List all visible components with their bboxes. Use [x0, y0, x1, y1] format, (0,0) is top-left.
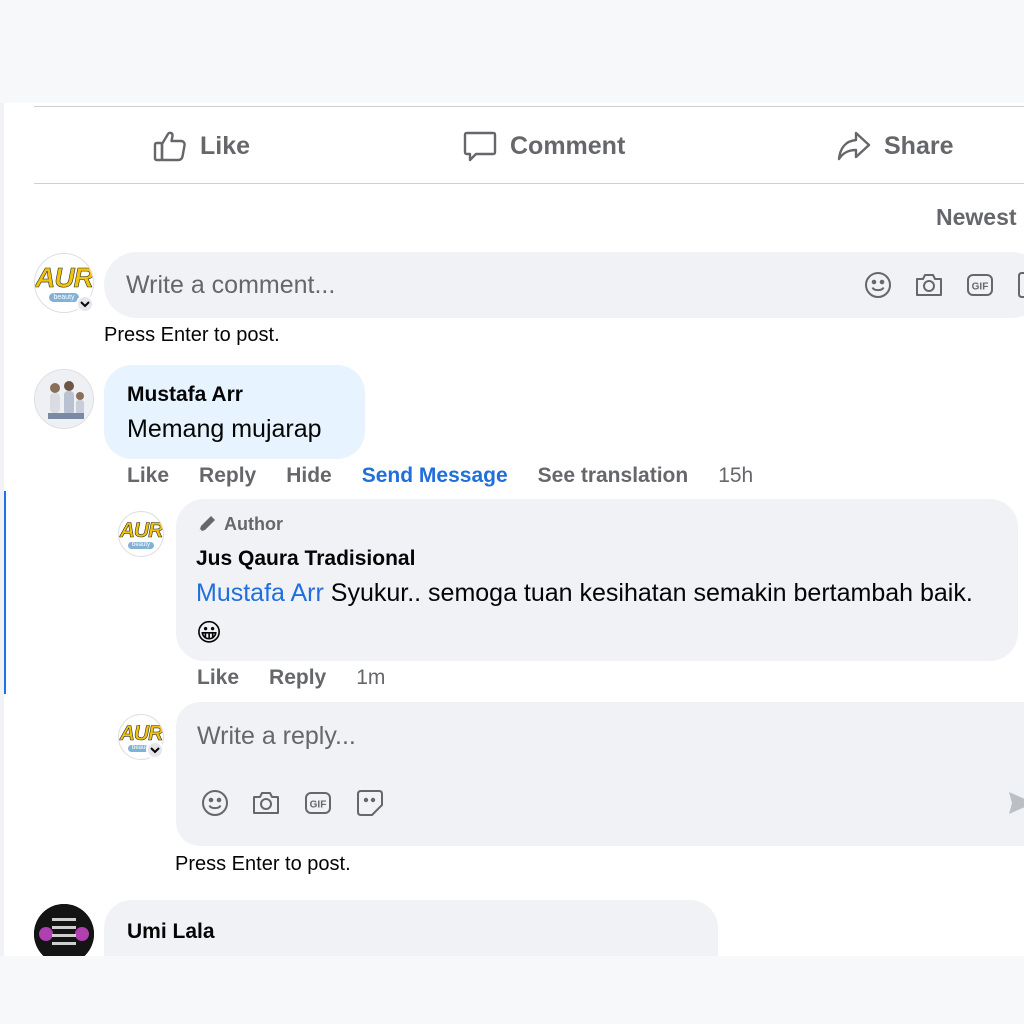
author-badge-label: Author [224, 513, 283, 534]
svg-text:GIF: GIF [972, 282, 989, 293]
logo-sub-text: beauty [49, 293, 79, 302]
pen-icon [199, 516, 215, 532]
logo-sub-text: beauty [127, 541, 154, 549]
share-label: Share [884, 131, 954, 160]
next-comment-text: Alhamdulillah lebih 93 cm ...ih tapak fi… [127, 946, 661, 956]
comment-actions: Like Reply Hide Send Message See transla… [127, 464, 783, 488]
logo-main-text: AUR [119, 518, 163, 542]
actions-divider [34, 183, 1024, 184]
sticker-icon[interactable] [355, 788, 385, 818]
reply-placeholder: Write a reply... [197, 722, 356, 750]
reply-thread-line [4, 491, 6, 694]
logo-main-text: AUR [35, 262, 93, 293]
commenter-avatar[interactable] [34, 369, 94, 429]
next-commenter-avatar[interactable] [34, 904, 94, 956]
share-button[interactable]: Share [836, 125, 953, 167]
comment-placeholder: Write a comment... [126, 271, 336, 299]
reply-like-link[interactable]: Like [197, 666, 239, 690]
comment-reply-link[interactable]: Reply [199, 464, 256, 488]
comment-icon [463, 131, 497, 162]
sticker-icon[interactable] [1016, 270, 1024, 300]
post-comments-panel: Like Comment Share Newest AUR beauty Wri… [0, 103, 1024, 956]
gif-icon[interactable]: GIF [303, 788, 333, 818]
like-button[interactable]: Like [152, 125, 250, 167]
top-divider [34, 106, 1024, 107]
commenter-name[interactable]: Mustafa Arr [127, 383, 243, 407]
comment-hint: Press Enter to post. [104, 324, 280, 346]
svg-text:GIF: GIF [310, 800, 327, 811]
author-avatar[interactable]: AUR beauty [118, 511, 164, 557]
comment-hide-link[interactable]: Hide [286, 464, 332, 488]
comment-label: Comment [510, 131, 626, 160]
reply-author-name[interactable]: Jus Qaura Tradisional [196, 547, 415, 571]
send-message-link[interactable]: Send Message [362, 464, 508, 488]
comment-input[interactable]: Write a comment... GIF [104, 252, 1024, 318]
gif-icon[interactable]: GIF [965, 270, 995, 300]
bottom-margin [0, 956, 1024, 1024]
see-translation-link[interactable]: See translation [538, 464, 689, 488]
camera-icon[interactable] [251, 788, 281, 818]
smiley-icon[interactable] [200, 788, 230, 818]
next-commenter-name[interactable]: Umi Lala [127, 920, 215, 944]
chevron-down-icon [80, 300, 90, 307]
reply-text: Mustafa Arr Syukur.. semoga tuan kesihat… [196, 573, 996, 653]
reply-bubble: Author Jus Qaura Tradisional Mustafa Arr… [176, 499, 1018, 661]
reply-timestamp[interactable]: 1m [356, 666, 385, 690]
grinning-emoji: 😀 [196, 619, 223, 647]
camera-icon[interactable] [914, 270, 944, 300]
comment-like-link[interactable]: Like [127, 464, 169, 488]
reply-actions: Like Reply 1m [197, 666, 415, 690]
author-badge: Author [196, 513, 283, 535]
thumbs-up-icon [153, 131, 186, 162]
share-icon [837, 131, 871, 161]
send-icon[interactable] [1006, 788, 1024, 818]
chevron-down-icon [150, 746, 160, 753]
smiley-icon[interactable] [863, 270, 893, 300]
reply-body: Syukur.. semoga tuan kesihatan semakin b… [323, 579, 973, 607]
like-label: Like [200, 131, 251, 160]
reply-account-switcher[interactable] [146, 741, 164, 759]
family-photo [35, 370, 93, 428]
reply-hint: Press Enter to post. [175, 853, 351, 875]
reply-input[interactable]: Write a reply... GIF [176, 702, 1024, 846]
next-comment-bubble: Umi Lala Alhamdulillah lebih 93 cm ...ih… [104, 900, 718, 956]
comment-bubble: Mustafa Arr Memang mujarap [104, 365, 365, 459]
comment-button[interactable]: Comment [462, 125, 625, 167]
comment-text: Memang mujarap [127, 415, 322, 443]
comment-timestamp[interactable]: 15h [718, 464, 753, 488]
account-switcher[interactable] [76, 295, 94, 313]
reply-reply-link[interactable]: Reply [269, 666, 326, 690]
sort-selector[interactable]: Newest [936, 204, 1017, 231]
mention-link[interactable]: Mustafa Arr [196, 579, 324, 607]
avatar-image [34, 904, 94, 956]
